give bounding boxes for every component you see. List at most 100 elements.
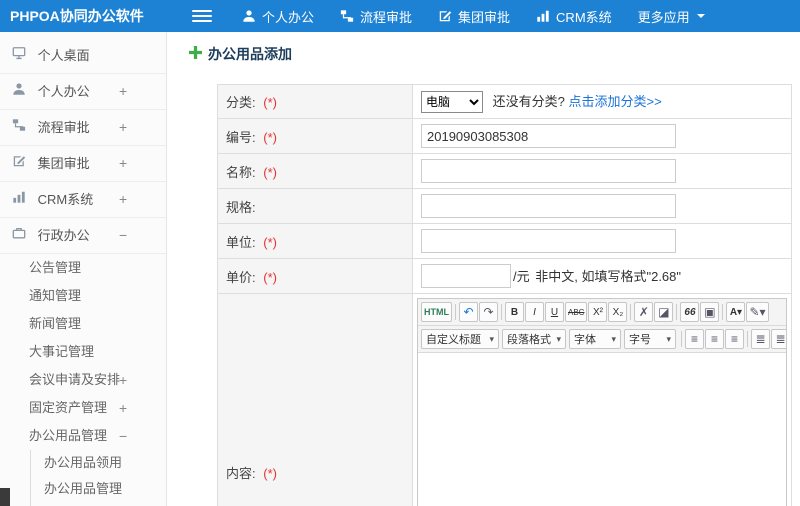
required-marker: (*) [263, 164, 277, 180]
expander: + [119, 83, 128, 99]
toolbar-separator [455, 304, 456, 320]
sidebar-item-news-mgmt[interactable]: 新闻管理 [0, 310, 166, 338]
sidebar-item-label: 办公用品管理 [29, 428, 108, 443]
form-row-category: 分类: (*) 电脑 还没有分类? 点击添加分类>> [217, 84, 792, 119]
brand-title: PHPOA协同办公软件 [10, 8, 144, 24]
price-input[interactable] [421, 264, 511, 288]
sidebar-item-office-supplies-mgmt[interactable]: 办公用品管理 − [0, 422, 166, 450]
sidebar-item-label: 个人办公 [37, 84, 90, 99]
sidebar-item-notice-mgmt[interactable]: 通知管理 [0, 282, 166, 310]
select-label: 自定义标题 [426, 334, 481, 346]
nav-personal-office[interactable]: 个人办公 [242, 7, 314, 26]
sidebar-item-label: 个人桌面 [37, 48, 90, 63]
scrollbar-thumb[interactable] [0, 488, 10, 506]
page-title: 办公用品添加 [189, 44, 790, 64]
name-input[interactable] [421, 159, 676, 183]
caret-down-icon [696, 11, 706, 21]
sidebar-item-label: 集团审批 [37, 156, 90, 171]
sidebar-item-group-approval[interactable]: 集团审批 + [0, 146, 166, 182]
image-icon[interactable]: ▣ [700, 302, 720, 322]
form-row-unit: 单位: (*) [217, 223, 792, 259]
paragraph-format-select[interactable]: 段落格式 ▾ [502, 329, 566, 349]
category-select[interactable]: 电脑 [421, 90, 483, 113]
align-center-icon[interactable]: ≡ [705, 329, 724, 349]
price-format-note: 非中文, 如填写格式"2.68" [535, 268, 682, 284]
nav-crm-system[interactable]: CRM系统 [536, 7, 612, 26]
nav-label: 个人办公 [262, 9, 315, 25]
highlight-color-button[interactable]: ✎▾ [746, 302, 769, 322]
user-icon [242, 9, 256, 23]
font-color-button[interactable]: A▾ [726, 302, 746, 322]
eraser-icon[interactable]: ◪ [654, 302, 674, 322]
sidebar-item-personal-office[interactable]: 个人办公 + [0, 74, 166, 110]
custom-heading-select[interactable]: 自定义标题 ▾ [421, 329, 499, 349]
form-row-content: 内容: (*) HTML ↶ ↷ B I U ABC X² X₂ ✗ ◪ 66 … [217, 293, 792, 506]
expander: + [119, 400, 128, 416]
nav-group-approval[interactable]: 集团审批 [438, 7, 510, 26]
price-unit: /元 [513, 268, 530, 284]
bold-button[interactable]: B [505, 302, 524, 322]
strikethrough-button[interactable]: ABC [565, 302, 588, 322]
form-row-name: 名称: (*) [217, 153, 792, 189]
caret-down-icon: ▾ [611, 333, 616, 344]
flow-icon [340, 9, 354, 23]
page-title-text: 办公用品添加 [208, 46, 292, 62]
user-icon [12, 74, 26, 109]
number-input[interactable] [421, 124, 676, 148]
sidebar-item-label: 行政办公 [37, 228, 90, 243]
redo-icon[interactable]: ↷ [479, 302, 498, 322]
flow-icon [12, 110, 26, 145]
superscript-button[interactable]: X² [588, 302, 608, 322]
form-row-price: 单价: (*) /元 非中文, 如填写格式"2.68" [217, 258, 792, 294]
toolbar-separator [676, 304, 678, 320]
add-category-link[interactable]: 点击添加分类>> [568, 94, 661, 109]
nav-process-approval[interactable]: 流程审批 [340, 7, 412, 26]
sidebar-item-supplies-manage[interactable]: 办公用品管理 [31, 476, 166, 502]
sidebar-item-meeting-mgmt[interactable]: 会议申请及安排 + [0, 366, 166, 394]
sidebar-item-supplies-receive[interactable]: 办公用品领用 [31, 450, 166, 476]
toolbar-separator [722, 304, 724, 320]
sidebar-item-label: CRM系统 [37, 192, 94, 207]
content-label-cell: 内容: (*) [217, 293, 413, 506]
supply-add-form: 分类: (*) 电脑 还没有分类? 点击添加分类>> 编号: (*) 20190… [217, 84, 792, 506]
price-label-cell: 单价: (*) [217, 258, 413, 294]
editor-html-button[interactable]: HTML [421, 302, 452, 322]
required-marker: (*) [263, 234, 277, 250]
sidebar-item-fixed-assets-mgmt[interactable]: 固定资产管理 + [0, 394, 166, 422]
font-family-select[interactable]: 字体 ▾ [569, 329, 621, 349]
unordered-list-icon[interactable]: ≣ [751, 329, 770, 349]
editor-content-area[interactable] [418, 353, 786, 506]
font-size-select[interactable]: 字号 ▾ [624, 329, 676, 349]
sidebar-item-events-mgmt[interactable]: 大事记管理 [0, 338, 166, 366]
category-hint: 还没有分类? [492, 93, 565, 109]
subscript-button[interactable]: X₂ [608, 302, 628, 322]
toolbar-separator [501, 304, 502, 320]
italic-button[interactable]: I [525, 302, 544, 322]
add-icon [189, 46, 202, 62]
nav-more-apps[interactable]: 更多应用 [638, 7, 706, 26]
sidebar-item-announcement-mgmt[interactable]: 公告管理 [0, 254, 166, 282]
nav-label: 流程审批 [360, 9, 413, 25]
undo-icon[interactable]: ↶ [459, 302, 478, 322]
rich-text-editor: HTML ↶ ↷ B I U ABC X² X₂ ✗ ◪ 66 ▣ A▾ ✎▾ … [417, 298, 787, 506]
spec-input[interactable] [421, 194, 676, 218]
toolbar-separator [747, 331, 748, 347]
required-marker: (*) [263, 129, 277, 145]
sidebar-item-process-approval[interactable]: 流程审批 + [0, 110, 166, 146]
unit-input[interactable] [421, 229, 676, 253]
blockquote-icon[interactable]: 66 [680, 302, 700, 322]
editor-toolbar-row2: 自定义标题 ▾ 段落格式 ▾ 字体 ▾ 字号 ▾ ≡ ≡ ≡ ≣ ≣ [418, 326, 786, 353]
edit-approval-icon [438, 9, 452, 23]
nav-label: 更多应用 [637, 9, 690, 25]
sidebar-item-label: 固定资产管理 [29, 400, 108, 415]
remove-format-icon[interactable]: ✗ [634, 302, 654, 322]
sidebar-item-personal-desktop[interactable]: 个人桌面 [0, 38, 166, 74]
sidebar-item-crm-system[interactable]: CRM系统 + [0, 182, 166, 218]
sidebar-item-admin-office[interactable]: 行政办公 − [0, 218, 166, 254]
align-left-icon[interactable]: ≡ [685, 329, 704, 349]
align-right-icon[interactable]: ≡ [725, 329, 744, 349]
menu-icon[interactable] [192, 7, 212, 25]
ordered-list-icon[interactable]: ≣ [771, 329, 786, 349]
underline-button[interactable]: U [545, 302, 564, 322]
sidebar-item-supplies-purchase[interactable]: 办公用品采购 [31, 502, 166, 506]
